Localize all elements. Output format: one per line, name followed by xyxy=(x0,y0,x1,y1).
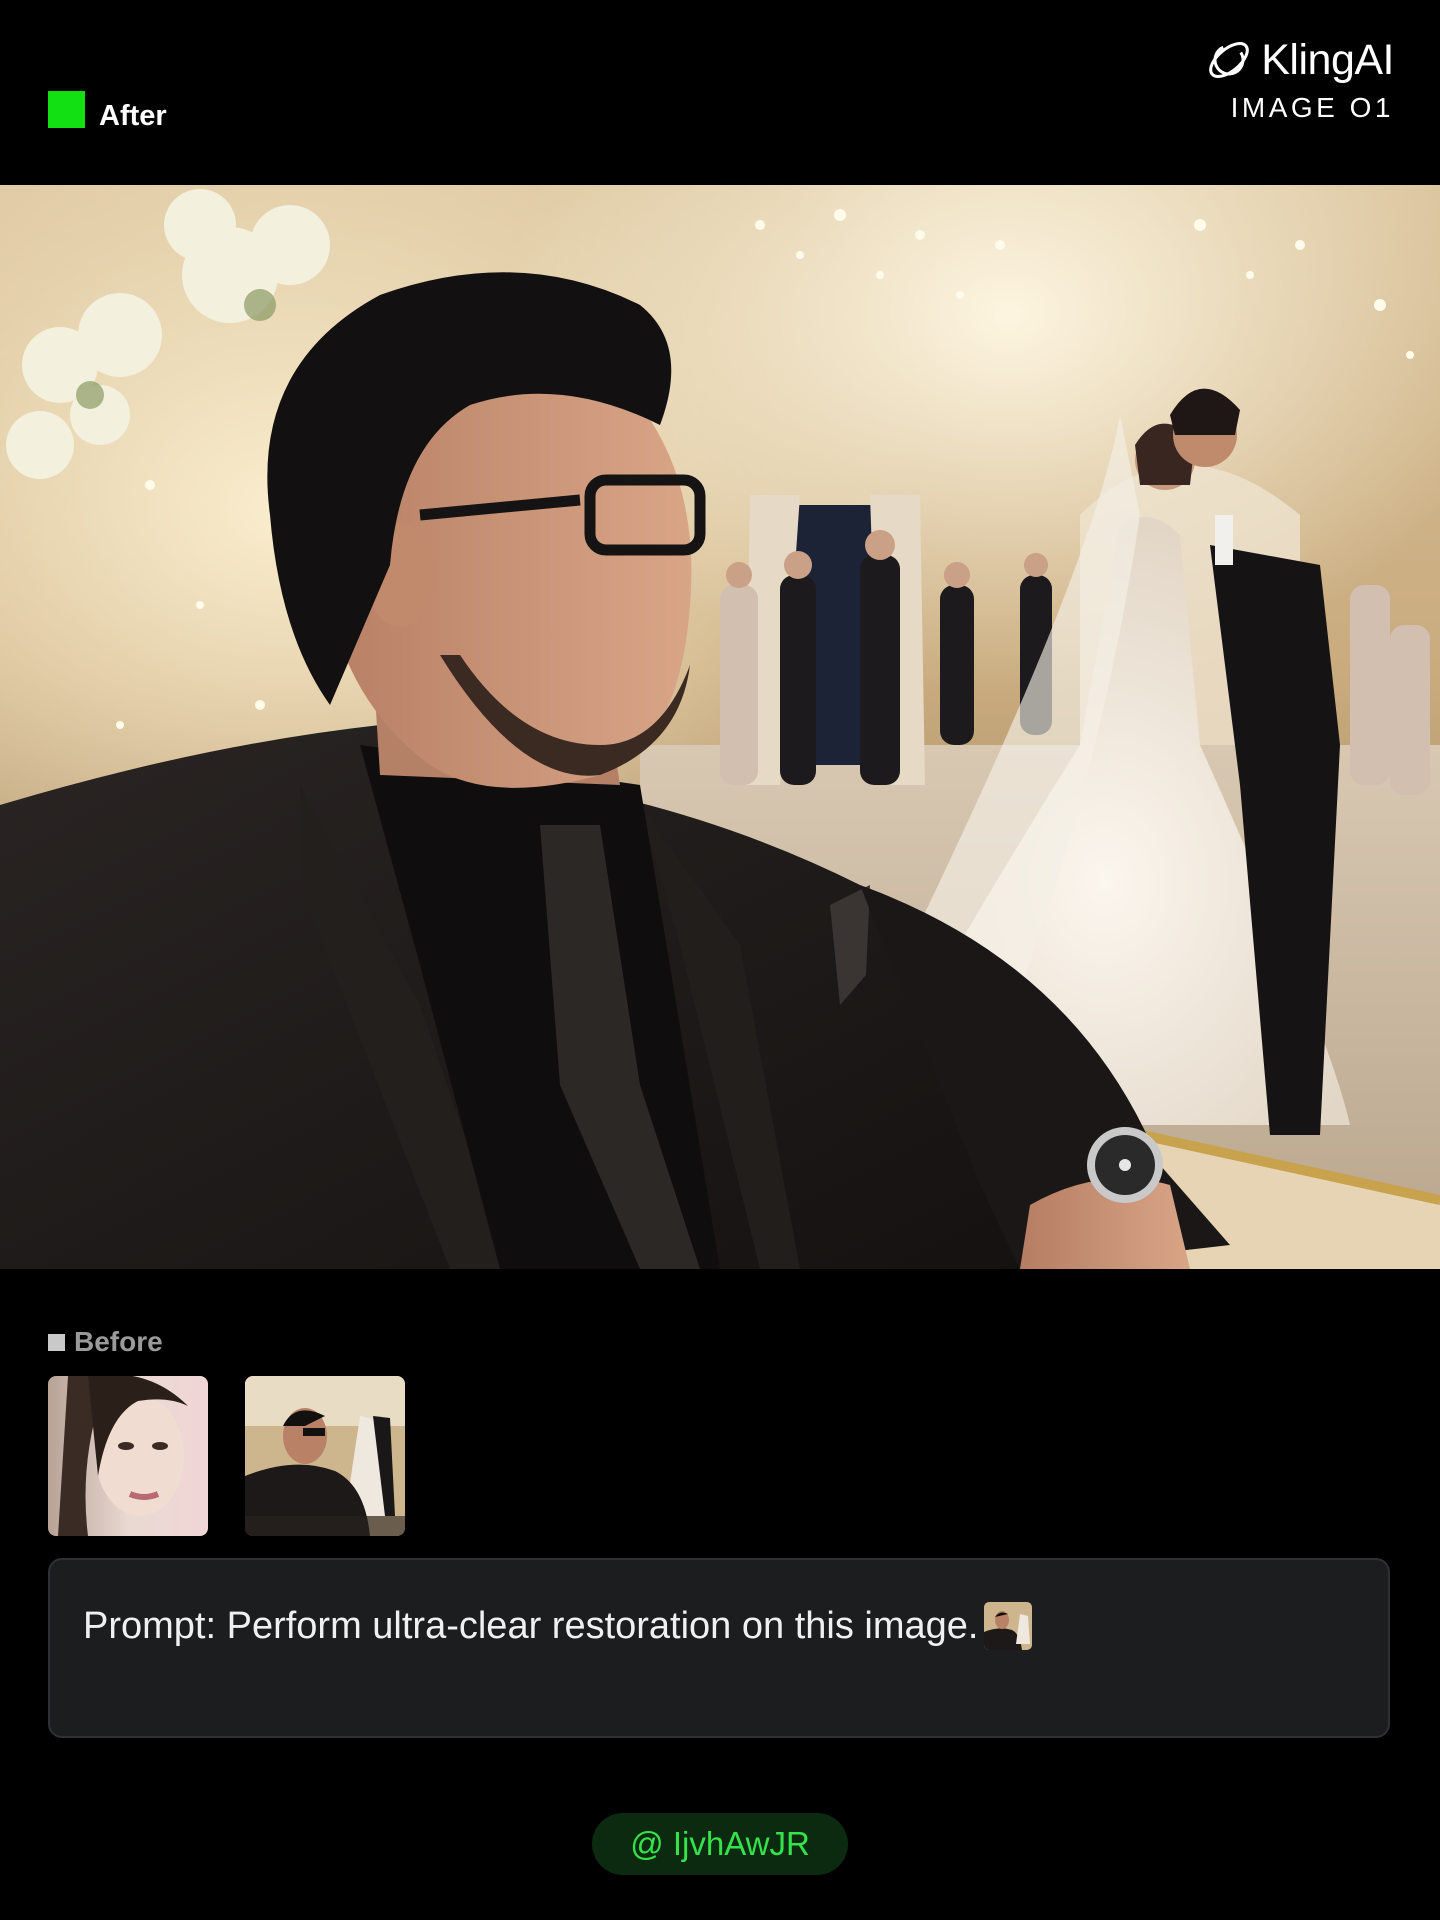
prompt-box: Prompt: Perform ultra-clear restoration … xyxy=(48,1558,1390,1738)
kling-logo-icon xyxy=(1209,42,1250,78)
after-tag: After xyxy=(48,86,167,133)
after-image xyxy=(0,185,1440,1269)
user-handle-tag[interactable]: @ IjvhAwJR xyxy=(592,1813,848,1875)
before-thumbnail-wedding[interactable] xyxy=(245,1376,405,1536)
brand-name: KlingAI xyxy=(1261,35,1394,84)
brand-subtitle: IMAGE O1 xyxy=(1230,92,1394,123)
prompt-text: Prompt: Perform ultra-clear restoration … xyxy=(83,1604,979,1647)
after-label: After xyxy=(99,100,167,132)
before-label: Before xyxy=(74,1326,163,1357)
before-tag: Before xyxy=(48,1326,163,1358)
prompt-image-reference-icon xyxy=(984,1602,1033,1650)
before-indicator-square xyxy=(48,1333,65,1351)
brand-logo-block: KlingAI IMAGE O1 xyxy=(1203,34,1394,124)
after-indicator-square xyxy=(48,91,85,128)
before-thumbnail-portrait[interactable] xyxy=(48,1376,208,1536)
